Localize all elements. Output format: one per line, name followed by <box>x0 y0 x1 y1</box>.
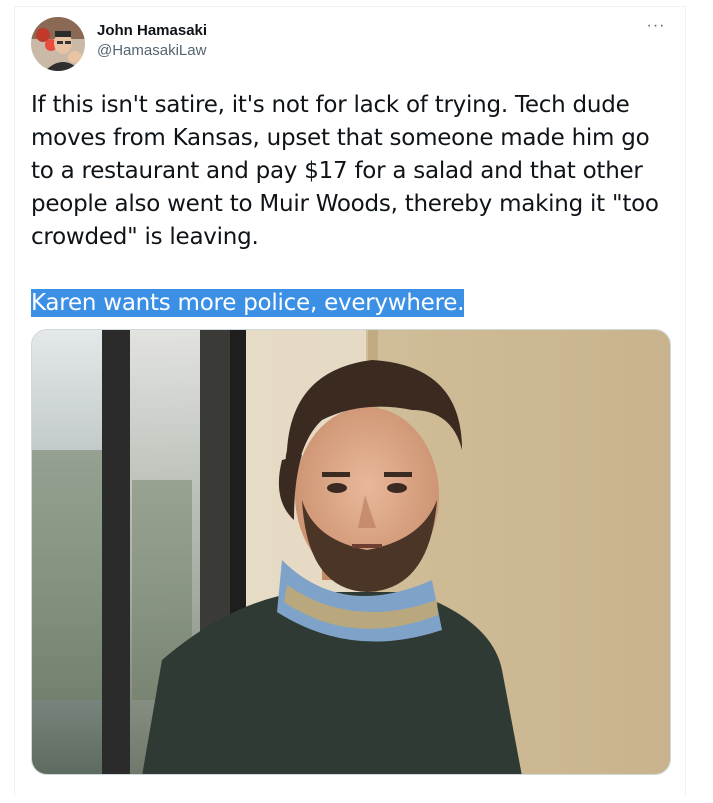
ellipsis-icon: ··· <box>646 17 666 34</box>
tweet-text: If this isn't satire, it's not for lack … <box>31 89 671 320</box>
tweet-photo[interactable] <box>31 329 671 775</box>
photo-image <box>32 330 670 774</box>
more-options-button[interactable]: ··· <box>645 17 667 39</box>
selected-text: Karen wants more police, everywhere. <box>31 289 465 317</box>
tweet-highlighted-paragraph: Karen wants more police, everywhere. <box>31 287 671 320</box>
avatar-photo-icon <box>31 17 85 71</box>
author-info: John Hamasaki @HamasakiLaw <box>97 21 207 61</box>
author-display-name[interactable]: John Hamasaki <box>97 21 207 41</box>
tweet-paragraph: If this isn't satire, it's not for lack … <box>31 92 659 250</box>
tweet-card: John Hamasaki @HamasakiLaw ··· If this i… <box>14 6 686 796</box>
author-handle[interactable]: @HamasakiLaw <box>97 41 207 61</box>
author-avatar[interactable] <box>31 17 85 71</box>
